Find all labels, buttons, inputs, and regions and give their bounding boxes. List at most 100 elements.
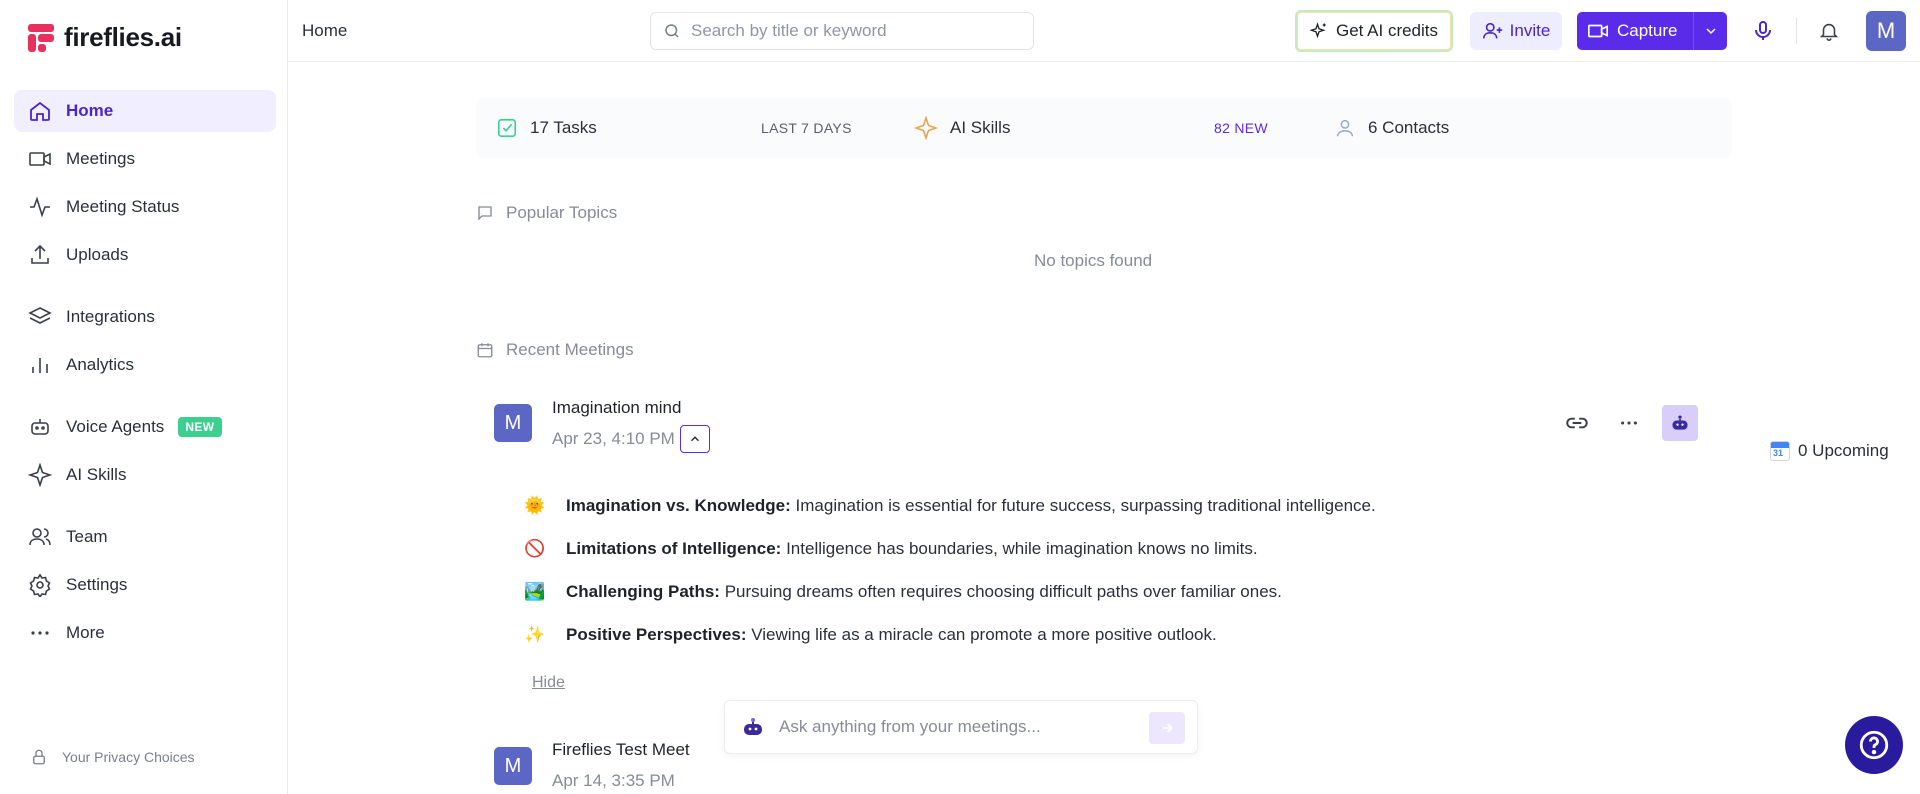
link-icon [1566, 417, 1588, 429]
sidebar-item-label: Analytics [66, 355, 135, 374]
privacy-label: Your Privacy Choices [62, 749, 195, 765]
sidebar-item-uploads[interactable]: Uploads [14, 234, 276, 276]
upcoming-meetings[interactable]: 31 0 Upcoming [1770, 441, 1889, 461]
microphone-icon [1755, 21, 1771, 40]
breadcrumb: Home [302, 21, 348, 40]
ai-skills-new-count: 82 NEW [1214, 120, 1268, 136]
get-ai-credits-label: Get AI credits [1335, 21, 1439, 40]
invite-label: Invite [1509, 21, 1551, 40]
chevron-down-icon [1705, 28, 1716, 35]
capture-dropdown-toggle[interactable] [1693, 12, 1727, 50]
brand-name: fireflies.ai [64, 22, 182, 52]
tasks-stat[interactable]: 17 Tasks [496, 98, 597, 158]
collapse-summary-button[interactable] [680, 425, 710, 453]
sparkles-icon: ✨ [524, 625, 546, 644]
sidebar-item-label: Home [66, 101, 114, 120]
video-icon [29, 152, 51, 166]
capture-label: Capture [1617, 21, 1678, 40]
chat-bubble-icon [478, 206, 492, 221]
sidebar-item-home[interactable]: Home [14, 90, 276, 132]
meeting-avatar: M [494, 404, 532, 442]
sidebar-item-label: Team [66, 527, 108, 546]
search-input[interactable] [691, 21, 1011, 41]
google-calendar-icon: 31 [1770, 441, 1790, 461]
send-button[interactable] [1149, 712, 1185, 744]
chevron-up-icon [690, 436, 700, 442]
sidebar-item-label: AI Skills [66, 465, 127, 484]
microphone-button[interactable] [1748, 16, 1778, 46]
calendar-icon [477, 343, 493, 358]
question-mark-icon [1859, 730, 1889, 760]
video-icon [1588, 24, 1608, 38]
ask-input[interactable] [779, 717, 1139, 737]
user-plus-icon [1482, 22, 1502, 39]
contacts-stat[interactable]: 6 Contacts [1334, 98, 1449, 158]
brand[interactable]: fireflies.ai [28, 22, 182, 53]
get-ai-credits-button[interactable]: Get AI credits [1295, 10, 1453, 52]
invite-button[interactable]: Invite [1470, 12, 1562, 50]
stats-strip: 17 Tasks LAST 7 DAYS AI Skills 82 NEW 6 … [476, 98, 1732, 158]
layers-icon [28, 307, 52, 324]
meeting-title[interactable]: Imagination mind [552, 398, 681, 418]
sidebar: fireflies.ai Home Meetings Meeting Statu… [0, 0, 288, 794]
sidebar-item-label: More [66, 623, 105, 642]
notifications-button[interactable] [1814, 16, 1844, 46]
sidebar-item-label: Meeting Status [66, 197, 180, 216]
fireflies-logo-icon [28, 23, 54, 52]
meeting-title[interactable]: Fireflies Test Meet [552, 740, 690, 760]
capture-button[interactable]: Capture [1577, 12, 1727, 50]
checkbox-icon [497, 118, 517, 138]
robot-icon [31, 419, 49, 435]
ai-skills-label: AI Skills [950, 118, 1011, 137]
sidebar-item-meetings[interactable]: Meetings [14, 138, 276, 180]
hide-summary-link[interactable]: Hide [532, 674, 565, 692]
user-avatar[interactable]: M [1866, 11, 1906, 51]
top-bar: Home Get AI credits Invite Capture M [288, 0, 1920, 62]
sidebar-item-label: Voice Agents [66, 417, 165, 436]
summary-item: 🏞️ Challenging Paths: Pursuing dreams of… [524, 582, 1282, 601]
ai-skills-stat[interactable]: AI Skills [914, 98, 1010, 158]
ask-fred-button[interactable] [1662, 405, 1698, 441]
recent-meetings-heading: Recent Meetings [476, 340, 634, 360]
sidebar-item-label: Integrations [66, 307, 155, 326]
tasks-period: LAST 7 DAYS [761, 120, 852, 136]
sidebar-nav: Home Meetings Meeting Status Uploads Int… [14, 90, 276, 660]
user-icon [1336, 119, 1354, 137]
more-options-button[interactable] [1611, 405, 1647, 441]
search-box[interactable] [650, 12, 1034, 50]
sidebar-item-settings[interactable]: Settings [14, 564, 276, 606]
privacy-choices-link[interactable]: Your Privacy Choices [30, 748, 195, 766]
sidebar-item-more[interactable]: More [14, 612, 276, 654]
users-icon [29, 528, 51, 546]
home-icon [30, 101, 50, 121]
more-horizontal-icon [31, 631, 49, 635]
bar-chart-icon [32, 358, 48, 373]
help-button[interactable] [1845, 716, 1903, 774]
sparkle-icon [28, 463, 52, 487]
ask-meetings-bar [724, 700, 1198, 754]
lock-icon [33, 749, 45, 765]
sidebar-item-label: Uploads [66, 245, 129, 264]
upcoming-label: 0 Upcoming [1798, 441, 1889, 460]
sidebar-item-team[interactable]: Team [14, 516, 276, 558]
summary-item: 🌞 Imagination vs. Knowledge: Imagination… [524, 496, 1376, 515]
toolbar-divider [1796, 18, 1797, 44]
sidebar-item-ai-skills[interactable]: AI Skills [14, 454, 276, 496]
robot-icon [1672, 415, 1688, 430]
tasks-label: 17 Tasks [530, 118, 597, 137]
summary-item: ✨ Positive Perspectives: Viewing life as… [524, 625, 1217, 644]
activity-icon [30, 196, 50, 218]
sidebar-item-voice-agents[interactable]: Voice Agents NEW [14, 406, 276, 448]
upload-icon [31, 244, 49, 264]
summary-item: 🚫 Limitations of Intelligence: Intellige… [524, 539, 1258, 558]
popular-topics-heading: Popular Topics [476, 203, 617, 223]
arrow-right-icon [1162, 723, 1173, 733]
copy-link-button[interactable] [1559, 405, 1595, 441]
sidebar-item-integrations[interactable]: Integrations [14, 296, 276, 338]
meeting-date: Apr 14, 3:35 PM [552, 771, 675, 790]
new-badge: NEW [178, 417, 222, 437]
bell-icon [1819, 23, 1839, 41]
sidebar-item-analytics[interactable]: Analytics [14, 344, 276, 386]
sidebar-item-label: Settings [66, 575, 128, 594]
sidebar-item-meeting-status[interactable]: Meeting Status [14, 186, 276, 228]
